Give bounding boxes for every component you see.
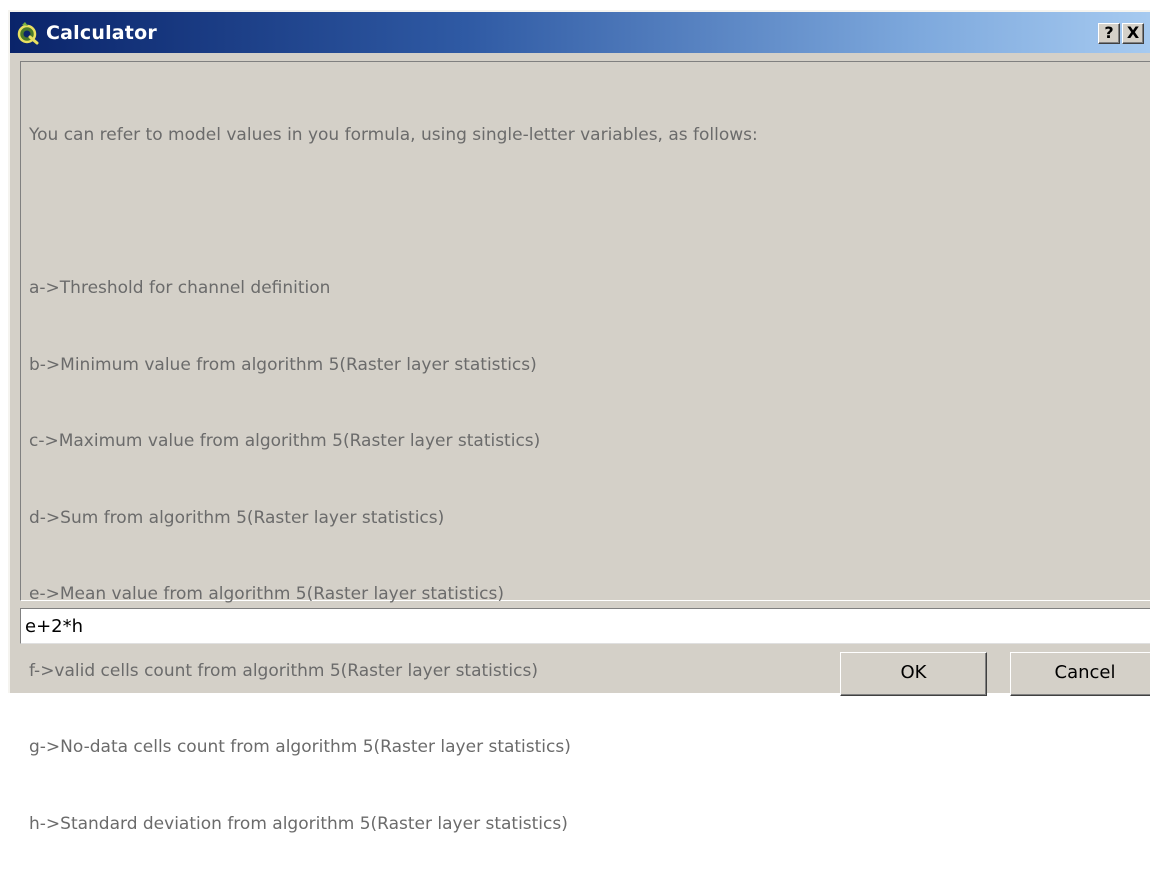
info-spacer (29, 200, 1148, 226)
variable-line: h->Standard deviation from algorithm 5(R… (29, 813, 568, 834)
variables-info-panel[interactable]: You can refer to model values in you for… (20, 61, 1150, 834)
ok-button[interactable]: OK (840, 652, 987, 696)
window-title: Calculator (46, 22, 157, 44)
variables-info-text: You can refer to model values in you for… (29, 72, 1148, 888)
variable-line: b->Minimum value from algorithm 5(Raster… (29, 354, 537, 375)
variable-line: e->Mean value from algorithm 5(Raster la… (29, 584, 504, 604)
cancel-button[interactable]: Cancel (1010, 652, 1150, 696)
title-bar[interactable]: Calculator ? X (10, 12, 1150, 53)
formula-input[interactable] (20, 608, 1150, 644)
variable-line: d->Sum from algorithm 5(Raster layer sta… (29, 507, 445, 528)
qgis-icon (17, 22, 39, 45)
variable-line: a->Threshold for channel definition (29, 278, 331, 298)
close-button[interactable]: X (1122, 23, 1144, 44)
info-intro: You can refer to model values in you for… (29, 125, 758, 145)
help-button[interactable]: ? (1098, 23, 1120, 44)
variable-line: c->Maximum value from algorithm 5(Raster… (29, 431, 541, 451)
calculator-dialog: Calculator ? X You can refer to model va… (8, 10, 1150, 834)
variable-line: g->No-data cells count from algorithm 5(… (29, 737, 571, 757)
